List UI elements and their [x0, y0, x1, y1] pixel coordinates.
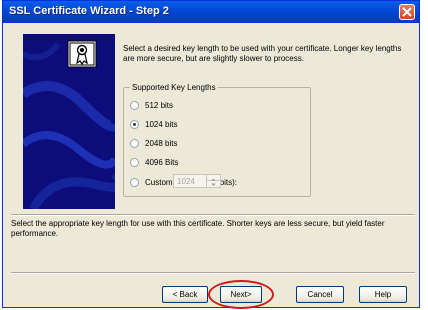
- title-bar: SSL Certificate Wizard - Step 2: [3, 1, 419, 23]
- option-label: 1024 bits: [145, 120, 178, 129]
- group-label: Supported Key Lengths: [130, 83, 218, 92]
- window-title: SSL Certificate Wizard - Step 2: [9, 5, 169, 17]
- description-text: Select the appropriate key length for us…: [11, 219, 385, 238]
- custom-key-size-value[interactable]: 1024: [177, 177, 195, 186]
- spin-down-button[interactable]: [206, 181, 220, 187]
- spin-down-icon: [211, 183, 216, 186]
- radio-1024[interactable]: [130, 120, 139, 129]
- option-4096-bits[interactable]: 4096 Bits: [130, 157, 178, 168]
- option-2048-bits[interactable]: 2048 bits: [130, 138, 177, 149]
- cancel-button[interactable]: Cancel: [296, 286, 344, 303]
- close-button[interactable]: [399, 4, 415, 20]
- radio-2048[interactable]: [130, 139, 139, 148]
- close-icon: [402, 7, 412, 17]
- radio-4096[interactable]: [130, 158, 139, 167]
- highlight-circle: [208, 280, 274, 309]
- option-512-bits[interactable]: 512 bits: [130, 100, 173, 111]
- wizard-window: SSL Certificate Wizard - Step 2 Select a…: [2, 0, 420, 309]
- option-label: 512 bits: [145, 101, 174, 110]
- certificate-icon: [67, 40, 97, 68]
- option-1024-bits[interactable]: 1024 bits: [130, 119, 177, 130]
- radio-512[interactable]: [130, 101, 139, 110]
- divider: [11, 272, 415, 274]
- option-label: 4096 Bits: [145, 158, 179, 167]
- wizard-side-image: [23, 34, 115, 209]
- help-button[interactable]: Help: [359, 286, 407, 303]
- radio-custom[interactable]: [130, 178, 139, 187]
- intro-text: Select a desired key length to be used w…: [123, 44, 402, 63]
- divider: [11, 214, 415, 216]
- custom-key-size-spinner[interactable]: 1024: [173, 174, 221, 188]
- option-label: 2048 bits: [145, 139, 178, 148]
- back-button[interactable]: < Back: [162, 286, 208, 303]
